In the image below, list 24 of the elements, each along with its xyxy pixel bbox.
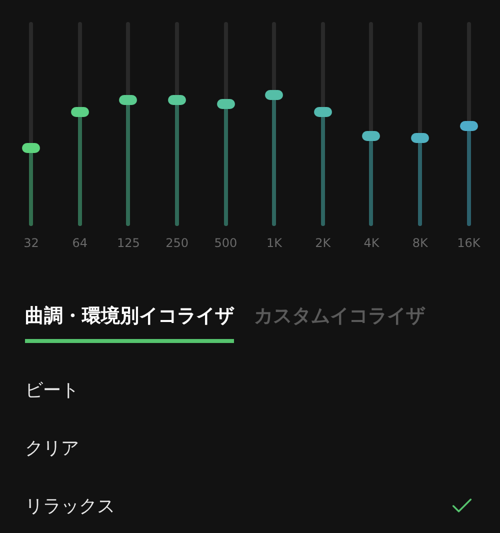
- slider-thumb[interactable]: [119, 94, 138, 105]
- frequency-label: 125: [117, 236, 140, 250]
- preset-item[interactable]: ビート: [25, 378, 79, 402]
- slider-thumb[interactable]: [265, 90, 284, 100]
- slider-thumb[interactable]: [460, 121, 478, 132]
- slider-thumb[interactable]: [22, 143, 40, 154]
- slider-thumb[interactable]: [168, 94, 186, 105]
- frequency-label: 2K: [315, 236, 331, 250]
- frequency-label: 32: [24, 236, 39, 250]
- preset-item[interactable]: リラックス: [25, 494, 115, 518]
- slider-thumb[interactable]: [216, 98, 235, 109]
- preset-item[interactable]: クリア: [25, 436, 79, 460]
- frequency-label: 4K: [364, 236, 380, 250]
- slider-thumb[interactable]: [314, 106, 332, 117]
- frequency-label: 500: [214, 236, 238, 250]
- tab[interactable]: 曲調・環境別イコライザ: [25, 303, 234, 343]
- slider-thumb[interactable]: [411, 133, 430, 144]
- frequency-label: 64: [72, 236, 88, 250]
- frequency-label: 250: [166, 236, 189, 250]
- slider-thumb[interactable]: [70, 106, 89, 117]
- frequency-label: 1K: [266, 236, 282, 250]
- frequency-label: 8K: [412, 236, 428, 250]
- slider-thumb[interactable]: [362, 131, 380, 142]
- frequency-label: 16K: [457, 236, 480, 250]
